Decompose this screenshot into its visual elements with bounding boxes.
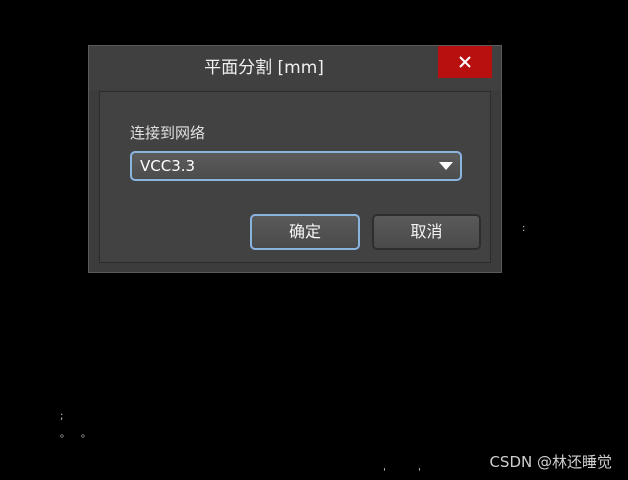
chevron-down-icon [439, 162, 453, 170]
cancel-button[interactable]: 取消 [372, 214, 481, 250]
close-button[interactable] [438, 46, 492, 78]
canvas-mark: ; [60, 411, 64, 422]
net-select-value: VCC3.3 [140, 157, 196, 175]
dialog-titlebar[interactable]: 平面分割 [mm] [89, 46, 501, 90]
canvas-mark: 。 [81, 429, 91, 440]
canvas-mark: ' [418, 467, 421, 478]
canvas-mark: ' [383, 467, 386, 478]
dialog-title: 平面分割 [mm] [204, 58, 324, 78]
split-plane-dialog: 平面分割 [mm] 连接到网络 VCC3.3 确定 取消 [88, 45, 502, 273]
screen: 平面分割 [mm] 连接到网络 VCC3.3 确定 取消 : ; 。 。 ' ' [0, 0, 628, 480]
watermark: CSDN @林还睡觉 [489, 453, 612, 471]
canvas-mark: 。 [60, 429, 70, 440]
net-select[interactable]: VCC3.3 [130, 151, 462, 181]
close-icon [459, 56, 471, 68]
dialog-body: 连接到网络 VCC3.3 确定 取消 [99, 91, 491, 263]
ok-button[interactable]: 确定 [250, 214, 360, 250]
net-label: 连接到网络 [130, 124, 206, 142]
canvas-mark: : [522, 223, 526, 234]
